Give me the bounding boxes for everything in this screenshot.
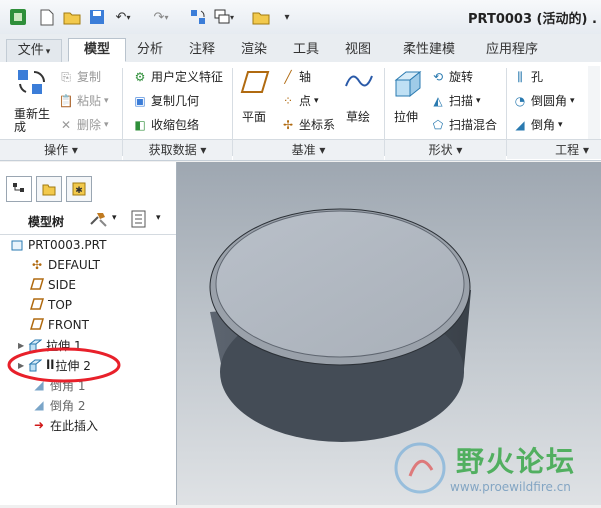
extrude-button[interactable]: 拉伸 [394, 108, 418, 125]
navigator-pane: ✱ 模型树 ▾ ▾ PRT0003.PRT ✣ DEFAULT SIDE TOP [0, 162, 177, 505]
delete-icon: ✕ [60, 117, 72, 132]
point-button[interactable]: ⁘ 点 ▾ [280, 92, 319, 109]
paste-icon: 📋 [58, 93, 74, 108]
hole-icon: ⫼ [517, 69, 523, 84]
new-file-icon[interactable] [38, 7, 56, 27]
annotation-circle [7, 347, 121, 383]
chamfer-button[interactable]: ◢ 倒角 ▾ [512, 116, 562, 133]
paste-button[interactable]: 📋 粘贴 ▾ [58, 92, 109, 109]
tree-node-chamfer-2[interactable]: ◢ 倒角 2 [32, 396, 85, 414]
group-get-data[interactable]: 获取数据 ▾ [123, 139, 232, 160]
revolve-button[interactable]: ⟲ 旋转 [430, 68, 473, 85]
round-icon: ◔ [514, 93, 526, 108]
windows-icon[interactable]: ▾ [212, 7, 236, 27]
ribbon-panel: 重新生成 ⎘ 复制 📋 粘贴 ▾ ✕ 删除 ▾ ⚙ 用户定义特征 ▣ 复制几何 ◧ 收缩包络 平… [0, 62, 601, 161]
ribbon-overflow[interactable] [588, 66, 600, 146]
redo-icon[interactable]: ↷ ▾ [150, 7, 172, 27]
group-datum[interactable]: 基准 ▾ [233, 139, 384, 160]
regenerate-large-icon[interactable] [16, 66, 48, 98]
group-engineering[interactable]: 工程 ▾ [507, 139, 601, 159]
tree-settings-icon[interactable] [88, 210, 110, 231]
ribbon-tab-bar: 文件 ▾ 模型 分析 注释 渲染 工具 视图 柔性建模 应用程序 [0, 34, 601, 63]
tab-render[interactable]: 渲染 [232, 39, 276, 61]
tree-node-front[interactable]: FRONT [29, 316, 89, 334]
tree-node-insert-here[interactable]: ➜ 在此插入 [32, 416, 98, 434]
tab-analysis[interactable]: 分析 [128, 39, 172, 61]
datum-plane-icon [29, 278, 45, 292]
sketch-button[interactable]: 草绘 [346, 108, 370, 125]
customize-toolbar-icon[interactable]: ▾ [280, 7, 294, 27]
udf-icon: ⚙ [134, 69, 146, 84]
copy-geometry-icon: ▣ [134, 93, 146, 108]
swept-blend-icon: ⬠ [432, 117, 444, 132]
copy-geometry-button[interactable]: ▣ 复制几何 [132, 92, 199, 109]
datum-plane-icon [29, 298, 45, 312]
group-operations[interactable]: 操作 ▾ [0, 139, 122, 160]
forum-watermark: 野火论坛 www.proewildfire.cn [390, 436, 598, 502]
shrinkwrap-icon: ◧ [134, 117, 146, 132]
model-tree-title: 模型树 [28, 215, 65, 229]
part-icon [10, 238, 24, 252]
tree-node-part[interactable]: PRT0003.PRT [10, 236, 106, 254]
tree-node-top[interactable]: TOP [29, 296, 72, 314]
quick-access-toolbar: ↶ ▾ ↷ ▾ ▾ ▾ PRT0003 (活动的) . [0, 0, 601, 35]
watermark-title: 野火论坛 [456, 445, 577, 478]
sweep-icon: ◭ [433, 93, 443, 108]
round-button[interactable]: ◔ 倒圆角 ▾ [512, 92, 575, 109]
axis-icon: ╱ [284, 69, 292, 84]
open-folder-icon[interactable] [62, 7, 82, 27]
extrude-icon[interactable] [392, 68, 422, 98]
regenerate-icon[interactable] [188, 7, 208, 27]
axis-button[interactable]: ╱ 轴 [280, 68, 311, 85]
tree-settings-dropdown-icon[interactable]: ▾ [112, 213, 117, 223]
swept-blend-button[interactable]: ⬠ 扫描混合 [430, 116, 497, 133]
csys-button[interactable]: ✢ 坐标系 [280, 116, 335, 133]
regenerate-button[interactable]: 重新生成 [14, 108, 54, 134]
svg-text:✱: ✱ [75, 186, 83, 196]
tab-flexible-modeling[interactable]: 柔性建模 [392, 39, 466, 61]
chamfer-icon: ◢ [34, 398, 44, 412]
csys-icon: ✢ [282, 117, 294, 132]
show-columns-icon[interactable] [130, 209, 148, 232]
revolve-icon: ⟲ [432, 69, 444, 84]
window-title: PRT0003 (活动的) . [468, 12, 597, 27]
tree-node-default[interactable]: ✣ DEFAULT [30, 256, 100, 274]
shrinkwrap-button[interactable]: ◧ 收缩包络 [132, 116, 199, 133]
favorites-tab-icon[interactable]: ✱ [66, 176, 92, 202]
tree-node-side[interactable]: SIDE [29, 276, 76, 294]
close-window-icon[interactable] [250, 7, 272, 27]
hole-button[interactable]: ⫼ 孔 [512, 68, 543, 85]
save-icon[interactable] [88, 7, 106, 27]
sketch-icon[interactable] [344, 68, 374, 94]
copy-icon: ⎘ [61, 69, 71, 84]
model-tree-header: 模型树 ▾ ▾ [0, 206, 176, 235]
plane-icon[interactable] [240, 70, 270, 94]
plane-button[interactable]: 平面 [242, 108, 266, 125]
folder-browser-tab-icon[interactable] [36, 176, 62, 202]
tab-applications[interactable]: 应用程序 [476, 39, 548, 61]
undo-icon[interactable]: ↶ ▾ [112, 7, 134, 27]
watermark-url: www.proewildfire.cn [450, 480, 571, 494]
tab-view[interactable]: 视图 [336, 39, 380, 61]
datum-plane-icon [29, 318, 45, 332]
sweep-button[interactable]: ◭ 扫描 ▾ [430, 92, 480, 109]
watermark-logo-icon [394, 442, 446, 494]
app-logo-icon[interactable] [8, 7, 28, 27]
tab-annotate[interactable]: 注释 [180, 39, 224, 61]
udf-button[interactable]: ⚙ 用户定义特征 [132, 68, 223, 85]
model-tree-tab-icon[interactable] [6, 176, 32, 202]
insert-arrow-icon: ➜ [33, 418, 45, 432]
tab-model[interactable]: 模型 [68, 38, 126, 62]
tab-file[interactable]: 文件 ▾ [6, 39, 62, 63]
tab-tools[interactable]: 工具 [284, 39, 328, 61]
csys-icon: ✣ [31, 258, 43, 272]
chamfer-icon: ◢ [515, 117, 525, 132]
delete-button[interactable]: ✕ 删除 ▾ [58, 116, 109, 133]
show-dropdown-icon[interactable]: ▾ [156, 213, 161, 223]
point-icon: ⁘ [282, 93, 294, 108]
copy-button[interactable]: ⎘ 复制 [58, 68, 101, 85]
group-shapes[interactable]: 形状 ▾ [385, 139, 506, 160]
